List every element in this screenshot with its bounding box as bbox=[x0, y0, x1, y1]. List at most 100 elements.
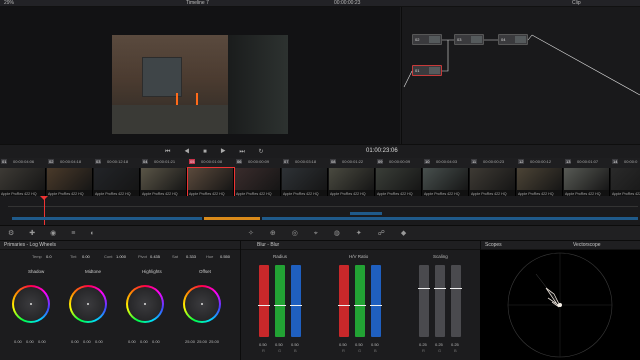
mini-timeline[interactable] bbox=[0, 196, 640, 225]
wheel-value[interactable]: 0.00 bbox=[14, 339, 22, 344]
wheel-value[interactable]: 25.00 bbox=[209, 339, 219, 344]
slider-knob[interactable] bbox=[418, 288, 430, 289]
hv-slider[interactable] bbox=[354, 265, 366, 337]
clip-thumbnail[interactable]: Apple ProRes 422 HQ bbox=[423, 168, 469, 196]
clip-image bbox=[141, 168, 186, 190]
node-mode-select[interactable]: Clip bbox=[572, 0, 581, 7]
hv-value[interactable]: 0.50 bbox=[339, 342, 347, 347]
hv-value[interactable]: 0.50 bbox=[371, 342, 379, 347]
clip-thumbnail[interactable]: Apple ProRes 422 HQ bbox=[329, 168, 375, 196]
viewer-image bbox=[112, 35, 288, 134]
top-bar: 29% Timeline 7 00:00:00:23 Clip bbox=[0, 0, 640, 7]
radius-slider[interactable] bbox=[290, 265, 302, 337]
wheel-value[interactable]: 25.00 bbox=[185, 339, 195, 344]
clip-thumbnail[interactable]: Apple ProRes 422 HQ bbox=[282, 168, 328, 196]
clip-image bbox=[188, 168, 233, 190]
clip-timecode: 00:00:00:09 bbox=[389, 159, 411, 164]
channel-label: R bbox=[422, 348, 425, 353]
clip-thumbnail[interactable]: Apple ProRes 422 HQ bbox=[47, 168, 93, 196]
cont-value[interactable]: 1.000 bbox=[116, 254, 126, 259]
clip-thumbnail[interactable]: Apple ProRes 422 HQ bbox=[94, 168, 140, 196]
clip-thumbnail[interactable]: Apple ProRes 422 HQ bbox=[611, 168, 640, 196]
clip-thumbnail[interactable]: Apple ProRes 422 HQ bbox=[376, 168, 422, 196]
hv-value[interactable]: 0.50 bbox=[355, 342, 363, 347]
clip-timecode: 00:00:00:09 bbox=[248, 159, 270, 164]
radius-value[interactable]: 0.50 bbox=[275, 342, 283, 347]
wheel-value[interactable]: 0.00 bbox=[152, 339, 160, 344]
clip-image bbox=[611, 168, 640, 190]
slider-knob[interactable] bbox=[450, 288, 462, 289]
clip-number: 09 bbox=[377, 159, 384, 164]
wheel-value[interactable]: 0.00 bbox=[140, 339, 148, 344]
slider-knob[interactable] bbox=[290, 305, 302, 306]
slider-knob[interactable] bbox=[370, 305, 382, 306]
wheel-value[interactable]: 0.00 bbox=[26, 339, 34, 344]
clip-timecode: 00:00:00:12 bbox=[530, 159, 552, 164]
clip-number: 06 bbox=[236, 159, 243, 164]
wheel-value[interactable]: 25.00 bbox=[197, 339, 207, 344]
temp-value[interactable]: 0.0 bbox=[46, 254, 52, 259]
hv-slider[interactable] bbox=[338, 265, 350, 337]
channel-label: G bbox=[358, 348, 362, 353]
clip-thumbnail[interactable]: Apple ProRes 422 HQ bbox=[0, 168, 46, 196]
slider-knob[interactable] bbox=[434, 288, 446, 289]
clip-number: 11 bbox=[471, 159, 478, 164]
viewer bbox=[0, 7, 400, 144]
radius-value[interactable]: 0.50 bbox=[291, 342, 299, 347]
slider-knob[interactable] bbox=[258, 305, 270, 306]
top-timecode: 00:00:00:23 bbox=[334, 0, 361, 6]
color-wheel[interactable] bbox=[183, 285, 221, 323]
color-wheel[interactable] bbox=[69, 285, 107, 323]
clip-number: 07 bbox=[283, 159, 290, 164]
radius-value[interactable]: 0.50 bbox=[259, 342, 267, 347]
radius-slider[interactable] bbox=[258, 265, 270, 337]
vectorscope-graph bbox=[507, 252, 613, 358]
slider-knob[interactable] bbox=[274, 305, 286, 306]
clip-thumbnails[interactable]: Apple ProRes 422 HQ Apple ProRes 422 HQ Ap… bbox=[0, 167, 640, 197]
clip-timecode: 00:00:04:03 bbox=[436, 159, 458, 164]
color-wheel[interactable] bbox=[126, 285, 164, 323]
transport-controls[interactable]: ⏮ ◀ ■ ▶ ⏭ ↻ bbox=[165, 148, 270, 156]
clip-timecode: 00:00:0 bbox=[624, 159, 638, 164]
sat-value[interactable]: 0.333 bbox=[186, 254, 196, 259]
palette-icons-left[interactable]: ⚙✚◉≡◐ bbox=[8, 229, 110, 237]
clip-timecode: 00:00:12:18 bbox=[107, 159, 129, 164]
hv-slider[interactable] bbox=[370, 265, 382, 337]
zoom-level[interactable]: 29% bbox=[4, 0, 14, 7]
scaling-slider[interactable] bbox=[434, 265, 446, 337]
clip-thumbnail[interactable]: Apple ProRes 422 HQ bbox=[517, 168, 563, 196]
clip-image bbox=[423, 168, 468, 190]
scaling-value[interactable]: 0.25 bbox=[451, 342, 459, 347]
clip-thumbnail[interactable]: Apple ProRes 422 HQ bbox=[141, 168, 187, 196]
radius-slider[interactable] bbox=[274, 265, 286, 337]
clip-timecode: 00:00:03:18 bbox=[295, 159, 317, 164]
wheel-label: Midtone bbox=[85, 269, 102, 274]
wheel-value[interactable]: 0.00 bbox=[38, 339, 46, 344]
scaling-slider[interactable] bbox=[418, 265, 430, 337]
clip-thumbnail[interactable]: Apple ProRes 422 HQ bbox=[564, 168, 610, 196]
wheel-value[interactable]: 0.00 bbox=[128, 339, 136, 344]
timeline-name[interactable]: Timeline 7 bbox=[186, 0, 209, 7]
clip-thumbnail[interactable]: Apple ProRes 422 HQ bbox=[187, 167, 235, 197]
scope-mode[interactable]: Vectorscope bbox=[573, 242, 601, 248]
wheel-value[interactable]: 0.00 bbox=[95, 339, 103, 344]
color-wheel[interactable] bbox=[12, 285, 50, 323]
hue-value[interactable]: 0.550 bbox=[220, 254, 230, 259]
clip-timecode: 00:00:04:18 bbox=[60, 159, 82, 164]
slider-knob[interactable] bbox=[338, 305, 350, 306]
clip-thumbnail[interactable]: Apple ProRes 422 HQ bbox=[235, 168, 281, 196]
node-editor[interactable]: 02 01 03 04 bbox=[401, 7, 640, 144]
pivot-value[interactable]: 0.435 bbox=[150, 254, 160, 259]
scaling-value[interactable]: 0.25 bbox=[435, 342, 443, 347]
tint-value[interactable]: 0.00 bbox=[82, 254, 90, 259]
wheel-value[interactable]: 0.00 bbox=[83, 339, 91, 344]
scaling-value[interactable]: 0.25 bbox=[419, 342, 427, 347]
slider-knob[interactable] bbox=[354, 305, 366, 306]
wheel-label: Offset bbox=[199, 269, 211, 274]
channel-label: B bbox=[374, 348, 377, 353]
wheel-value[interactable]: 0.00 bbox=[71, 339, 79, 344]
clip-thumbnail[interactable]: Apple ProRes 422 HQ bbox=[470, 168, 516, 196]
palette-icons-right[interactable]: ✧⊕◎⌖◍✦☍◆ bbox=[248, 229, 422, 238]
scaling-slider[interactable] bbox=[450, 265, 462, 337]
primaries-panel: Primaries - Log Wheels Temp 0.0 Tint 0.0… bbox=[0, 241, 240, 360]
